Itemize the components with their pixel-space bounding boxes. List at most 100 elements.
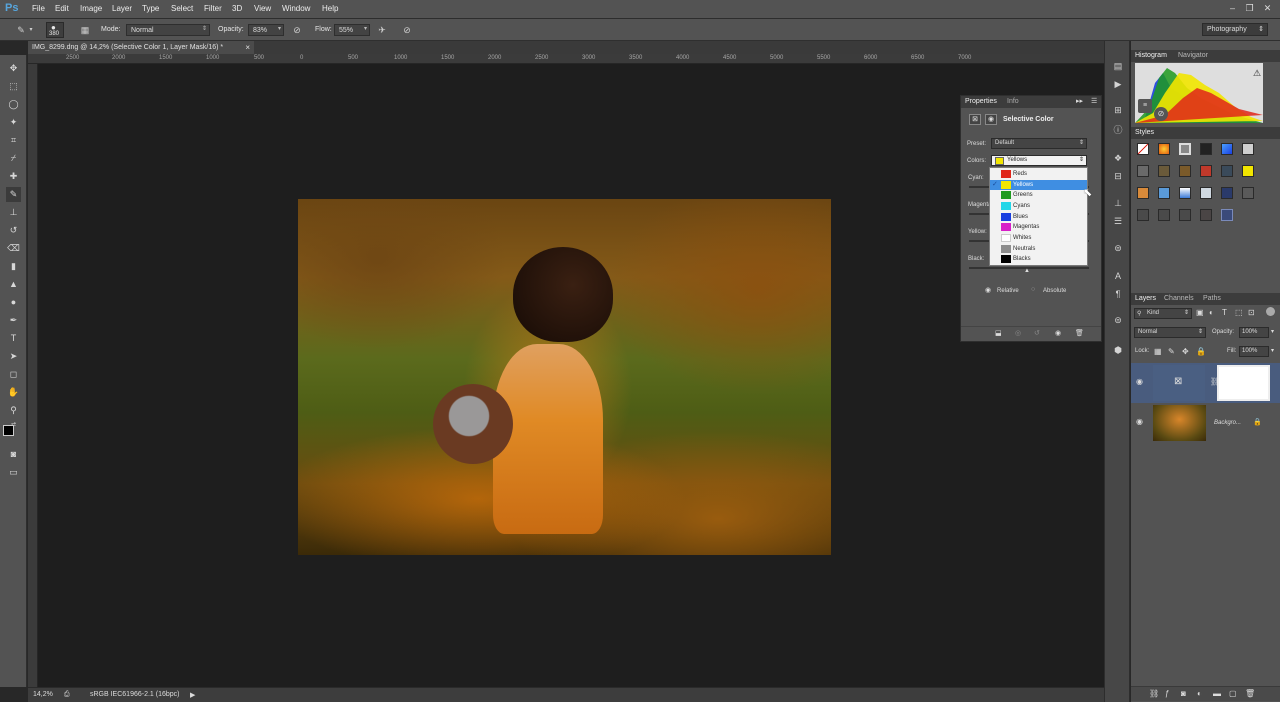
link-layers-icon[interactable]: ⛓ (1149, 689, 1159, 698)
fill-field[interactable]: 100% (1239, 346, 1269, 357)
tab-navigator[interactable]: Navigator (1178, 52, 1208, 59)
style-swatch[interactable] (1200, 143, 1212, 155)
status-menu-arrow-icon[interactable]: ▶ (190, 691, 195, 699)
histogram-options-icon[interactable]: ≡ (1138, 99, 1152, 113)
slider-handle-icon[interactable]: ▲ (1024, 268, 1030, 274)
style-swatch[interactable] (1158, 143, 1170, 155)
zoom-tool-icon[interactable]: ⚲ (6, 403, 21, 418)
style-swatch[interactable] (1158, 187, 1170, 199)
menu-window[interactable]: Window (282, 4, 310, 13)
crop-tool-icon[interactable]: ⌗ (6, 133, 21, 148)
chevron-down-icon[interactable]: ▾ (1271, 328, 1274, 335)
brush-panel-icon[interactable]: ▦ (78, 23, 92, 37)
pressure-size-icon[interactable]: ⊘ (400, 23, 414, 37)
filter-smart-object-icon[interactable]: ⊡ (1248, 308, 1255, 317)
adjustments-icon[interactable]: ⊜ (1110, 241, 1126, 255)
trash-icon[interactable]: 🗑 (1245, 689, 1255, 698)
visibility-eye-icon[interactable]: ◉ (1136, 417, 1143, 426)
menu-file[interactable]: File (32, 4, 45, 13)
lock-pixels-icon[interactable]: ✎ (1168, 347, 1175, 356)
layer-opacity-field[interactable]: 100% (1239, 327, 1269, 338)
actions-icon[interactable]: ▶ (1110, 77, 1126, 91)
reset-icon[interactable]: ↺ (1034, 329, 1040, 337)
menu-edit[interactable]: Edit (55, 4, 69, 13)
info-panel-icon[interactable]: ⓘ (1110, 123, 1126, 137)
new-group-icon[interactable]: ▬ (1213, 689, 1221, 698)
filter-pixel-icon[interactable]: ▣ (1196, 308, 1204, 317)
style-swatch[interactable] (1200, 209, 1212, 221)
style-swatch[interactable] (1179, 143, 1191, 155)
absolute-radio[interactable]: ○ (1031, 286, 1035, 293)
paragraph-icon[interactable]: ¶ (1110, 287, 1126, 301)
history-brush-tool-icon[interactable]: ↺ (6, 223, 21, 238)
quick-select-tool-icon[interactable]: ✦ (6, 115, 21, 130)
3d-cube-icon[interactable]: ⬢ (1110, 343, 1126, 357)
menu-help[interactable]: Help (322, 4, 338, 13)
brush-tool-icon[interactable]: ✎ (6, 187, 21, 202)
tab-styles[interactable]: Styles (1135, 129, 1154, 136)
tab-paths[interactable]: Paths (1203, 295, 1221, 302)
menu-3d[interactable]: 3D (232, 4, 242, 13)
style-swatch[interactable] (1158, 165, 1170, 177)
document-tab[interactable]: IMG_8299.dng @ 14,2% (Selective Color 1,… (28, 41, 254, 54)
tab-channels[interactable]: Channels (1164, 295, 1194, 302)
visibility-eye-icon[interactable]: ◉ (1136, 377, 1143, 386)
move-tool-icon[interactable]: ✥ (6, 61, 21, 76)
dropdown-item-greens[interactable]: Greens (990, 190, 1087, 200)
airbrush-icon[interactable]: ✈ (375, 23, 389, 37)
path-selection-tool-icon[interactable]: ➤ (6, 349, 21, 364)
blend-mode-select[interactable]: Normal ⇕ (1134, 327, 1206, 338)
tab-layers[interactable]: Layers (1135, 295, 1156, 302)
warning-icon[interactable]: ⚠ (1253, 68, 1261, 79)
flow-field[interactable]: 55% ▾ (334, 24, 370, 36)
document-image[interactable] (298, 199, 831, 555)
dropdown-item-reds[interactable]: Reds (990, 169, 1087, 179)
dropdown-item-yellows[interactable]: ✓ Yellows (990, 180, 1087, 190)
tool-preset-arrow-icon[interactable]: ▾ (27, 23, 35, 37)
eraser-tool-icon[interactable]: ⌫ (6, 241, 21, 256)
new-adjustment-icon[interactable]: ◐ (1197, 689, 1202, 698)
visibility-eye-icon[interactable]: ◉ (1055, 329, 1061, 337)
close-window-button[interactable]: ✕ (1262, 3, 1273, 14)
lock-position-icon[interactable]: ✥ (1182, 347, 1189, 356)
restore-button[interactable]: ❐ (1244, 3, 1255, 14)
close-tab-icon[interactable]: × (245, 43, 250, 52)
properties-panel-icon[interactable]: ⊞ (1110, 103, 1126, 117)
lock-all-icon[interactable]: 🔒 (1196, 347, 1206, 356)
view-previous-icon[interactable]: ◎ (1015, 329, 1021, 337)
eyedropper-tool-icon[interactable]: ⌿ (6, 151, 21, 166)
brush-preset-picker[interactable]: ● 380 (46, 22, 64, 38)
foreground-color-swatch[interactable] (3, 425, 14, 436)
tab-info[interactable]: Info (1007, 98, 1019, 105)
mode-select[interactable]: Normal ⇕ (126, 24, 210, 36)
fx-icon[interactable]: ƒ (1165, 689, 1169, 698)
style-swatch[interactable] (1179, 165, 1191, 177)
opacity-field[interactable]: 83% ▾ (248, 24, 284, 36)
menu-view[interactable]: View (254, 4, 271, 13)
screen-mode-icon[interactable]: ▭ (6, 465, 21, 480)
style-swatch[interactable] (1200, 165, 1212, 177)
preset-select[interactable]: Default ⇕ (991, 138, 1087, 149)
pressure-opacity-icon[interactable]: ⊘ (290, 23, 304, 37)
style-swatch[interactable] (1179, 209, 1191, 221)
style-swatch[interactable] (1221, 165, 1233, 177)
style-swatch[interactable] (1137, 187, 1149, 199)
healing-brush-tool-icon[interactable]: ✚ (6, 169, 21, 184)
style-swatch[interactable] (1221, 143, 1233, 155)
clone-source-icon[interactable]: ⊥ (1110, 196, 1126, 210)
layer-filter-select[interactable]: ⚲ Kind ⇕ (1134, 308, 1192, 319)
gradient-tool-icon[interactable]: ▮ (6, 259, 21, 274)
trash-icon[interactable]: 🗑 (1075, 329, 1084, 337)
clip-to-layer-icon[interactable]: ⬓ (995, 329, 1002, 337)
mask-icon[interactable]: ◉ (985, 114, 997, 125)
swatches-icon[interactable]: ⊜ (1110, 313, 1126, 327)
layer-row-background[interactable]: ◉ Backgro... 🔒 (1131, 403, 1280, 443)
colors-select[interactable]: Yellows ⇕ (991, 155, 1087, 166)
filter-toggle-icon[interactable] (1266, 307, 1275, 316)
menu-select[interactable]: Select (171, 4, 193, 13)
quick-mask-icon[interactable]: ◙ (6, 447, 21, 462)
minimize-button[interactable]: – (1227, 3, 1238, 14)
workspace-switcher[interactable]: Photography ⇕ (1202, 23, 1268, 36)
character-icon[interactable]: A (1110, 269, 1126, 283)
shape-tool-icon[interactable]: ◻ (6, 367, 21, 382)
